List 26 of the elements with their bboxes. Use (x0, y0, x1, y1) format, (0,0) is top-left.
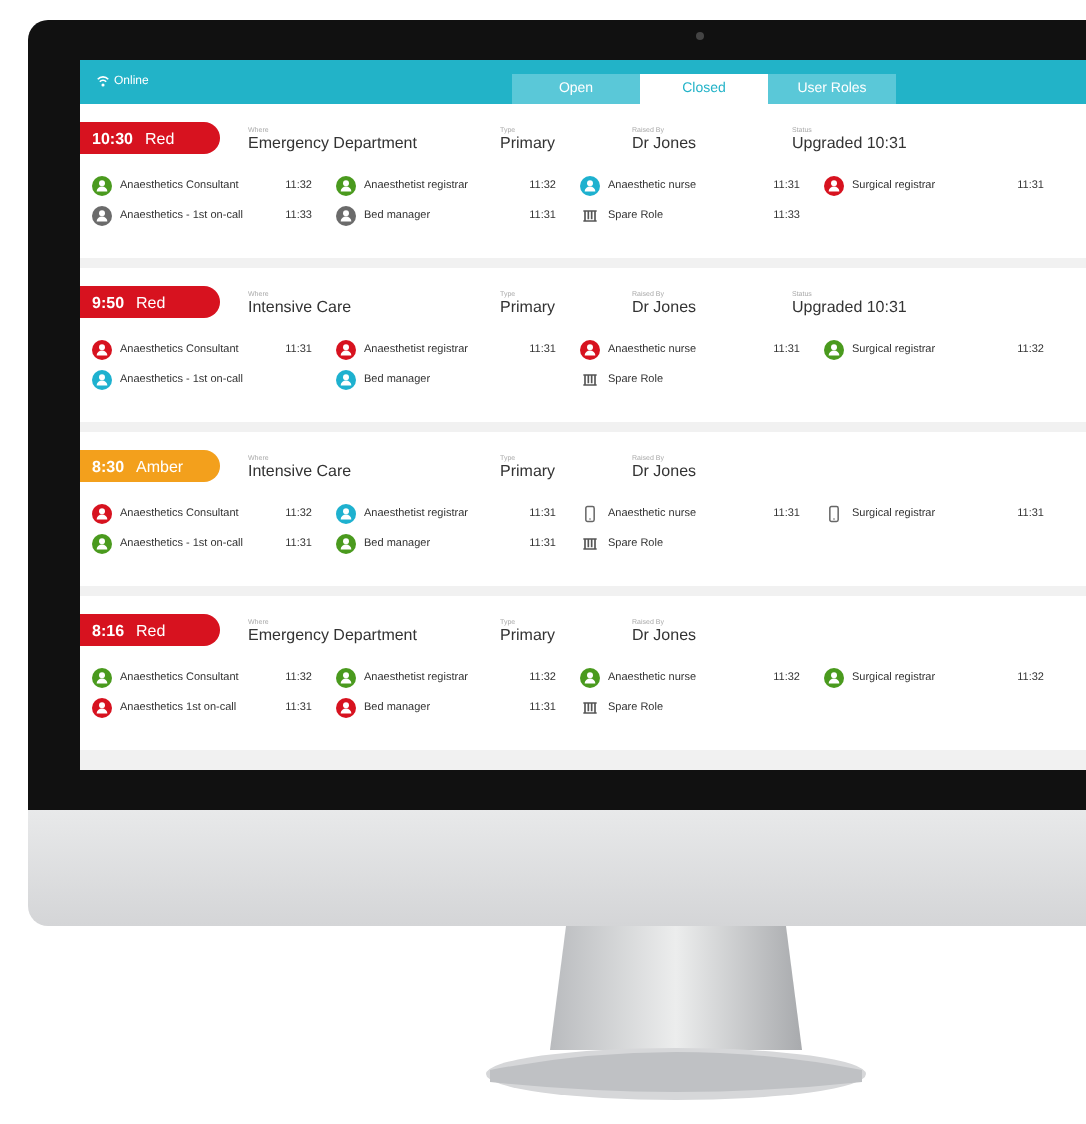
spare-role-icon (580, 534, 600, 554)
location-value: Intensive Care (248, 461, 354, 479)
phone-icon (824, 504, 844, 524)
camera-icon (696, 32, 704, 40)
raised-by-value: Dr Jones (632, 461, 699, 479)
type-value: Primary (500, 133, 558, 151)
raised-by-value: Dr Jones (632, 625, 699, 643)
type-value: Primary (500, 625, 558, 643)
type-value: Primary (500, 297, 558, 315)
status-value: Upgraded 10:31 (792, 133, 907, 151)
signal-icon (96, 74, 110, 88)
priority-badge: 9:50 Red (80, 286, 220, 318)
status-value: Upgraded 10:31 (792, 297, 907, 315)
spare-role-icon (580, 370, 600, 390)
priority-badge: 8:30 Amber (80, 450, 220, 482)
location-value: Emergency Department (248, 133, 419, 151)
spare-role-icon (580, 206, 600, 226)
priority-badge: 10:30 Red (80, 122, 220, 154)
type-value: Primary (500, 461, 558, 479)
raised-by-value: Dr Jones (632, 133, 699, 151)
priority-badge: 8:16 Red (80, 614, 220, 646)
location-value: Emergency Department (248, 625, 419, 643)
location-value: Intensive Care (248, 297, 354, 315)
phone-icon (580, 504, 600, 524)
spare-role-icon (580, 698, 600, 718)
raised-by-value: Dr Jones (632, 297, 699, 315)
